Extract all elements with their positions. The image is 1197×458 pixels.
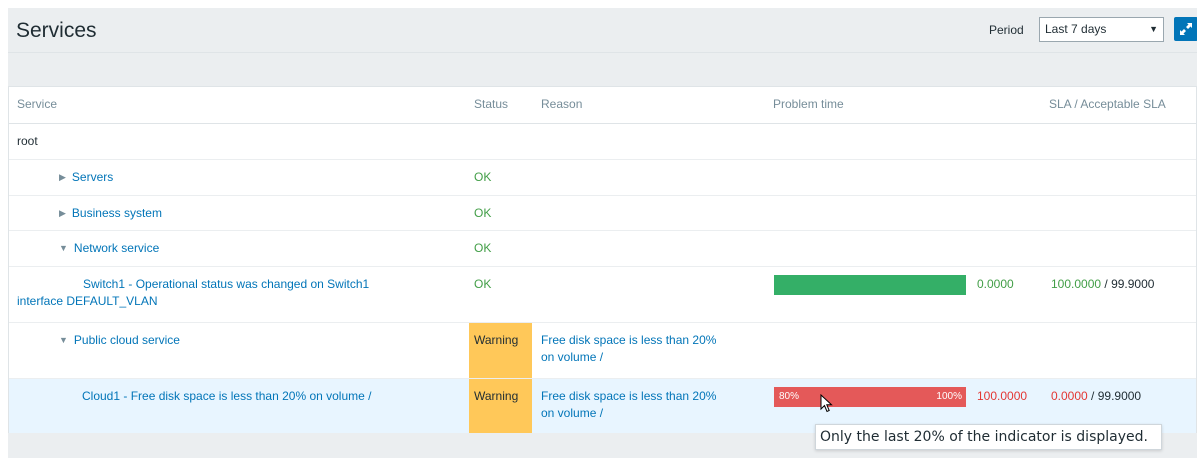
bar-start-label: 80%: [779, 391, 800, 402]
service-link-public-cloud[interactable]: ▼ Public cloud service: [59, 332, 180, 350]
problem-time-value: 0.0000: [977, 277, 1014, 291]
trigger-link-switch1[interactable]: - Operational status was changed on Swit…: [125, 277, 369, 291]
service-name: root: [17, 134, 38, 148]
reason-line: on volume /: [541, 350, 604, 364]
fullscreen-icon: [1180, 23, 1192, 35]
table-row: root: [9, 123, 1196, 159]
reason-line: on volume /: [541, 406, 604, 420]
table-row: ▼ Network service OK: [9, 230, 1196, 266]
sla-values: 0.0000 / 99.9000: [1051, 388, 1141, 405]
sla-values: 100.0000 / 99.9000: [1051, 276, 1154, 293]
service-link-switch1[interactable]: Switch1: [83, 277, 125, 291]
status-ok: OK: [474, 241, 492, 255]
sla-separator: /: [1087, 389, 1098, 403]
problem-time-value: 100.0000: [977, 389, 1028, 403]
reason-link[interactable]: Free disk space is less than 20% on volu…: [541, 388, 716, 422]
sla-value: 100.0000: [1051, 277, 1102, 291]
service-label: Business system: [71, 206, 162, 220]
column-header-reason: Reason: [541, 97, 583, 111]
sla-value: 0.0000: [1051, 389, 1088, 403]
status-warning: Warning: [469, 323, 532, 378]
expand-icon[interactable]: ▶: [59, 205, 66, 222]
collapse-icon[interactable]: ▼: [59, 240, 68, 257]
service-link-network-service[interactable]: ▼ Network service: [59, 240, 159, 258]
service-cloud1: Cloud1 - Free disk space is less than 20…: [82, 388, 371, 405]
service-label: Public cloud service: [73, 333, 180, 347]
status-ok: OK: [474, 206, 492, 220]
sla-acceptable: 99.9000: [1111, 277, 1155, 291]
mouse-pointer-icon: [820, 393, 834, 417]
service-label: Servers: [71, 170, 114, 184]
table-row: ▶ Servers OK: [9, 159, 1196, 195]
service-label: Network service: [73, 241, 160, 255]
tooltip: Only the last 20% of the indicator is di…: [815, 424, 1162, 450]
collapse-icon[interactable]: ▼: [59, 332, 68, 349]
table-row: ▼ Public cloud service Warning Free disk …: [9, 322, 1196, 378]
trigger-link-switch1-cont[interactable]: interface DEFAULT_VLAN: [17, 294, 158, 308]
reason-line: Free disk space is less than 20%: [541, 333, 717, 347]
trigger-link-cloud1[interactable]: - Free disk space is less than 20% on vo…: [120, 389, 371, 403]
column-header-sla: SLA / Acceptable SLA: [1049, 97, 1166, 111]
problem-time-bar[interactable]: 80% 100%: [774, 387, 966, 407]
status-ok: OK: [474, 277, 492, 291]
service-link-servers[interactable]: ▶ Servers: [59, 169, 113, 187]
page-header: Services Period Last 7 days ▼: [8, 8, 1197, 53]
expand-icon[interactable]: ▶: [59, 169, 66, 186]
service-link-business-system[interactable]: ▶ Business system: [59, 205, 162, 223]
period-select[interactable]: Last 7 days ▼: [1039, 17, 1164, 42]
sla-acceptable: 99.9000: [1097, 389, 1142, 403]
table-row: Switch1 - Operational status was changed…: [9, 266, 1196, 322]
services-page: Services Period Last 7 days ▼ Service St…: [8, 8, 1197, 458]
reason-link[interactable]: Free disk space is less than 20% on volu…: [541, 332, 716, 366]
column-header-status: Status: [474, 97, 509, 111]
column-header-service: Service: [17, 97, 58, 111]
bar-end-label: 100%: [936, 391, 962, 402]
chevron-down-icon: ▼: [1149, 24, 1158, 34]
fullscreen-button[interactable]: [1174, 17, 1197, 41]
reason-line: Free disk space is less than 20%: [541, 389, 717, 403]
table-row: ▶ Business system OK: [9, 195, 1196, 230]
service-switch1: Switch1 - Operational status was changed…: [17, 276, 457, 310]
services-table: Service Status Reason Problem time SLA /…: [8, 86, 1197, 433]
period-select-value: Last 7 days: [1045, 22, 1107, 36]
status-ok: OK: [474, 170, 492, 184]
period-label: Period: [989, 23, 1024, 37]
page-title: Services: [16, 19, 97, 42]
sla-separator: /: [1101, 277, 1112, 291]
column-header-problem-time: Problem time: [773, 97, 844, 111]
status-warning: Warning: [469, 379, 532, 433]
problem-time-bar: [774, 275, 966, 295]
service-link-cloud1[interactable]: Cloud1: [82, 389, 120, 403]
